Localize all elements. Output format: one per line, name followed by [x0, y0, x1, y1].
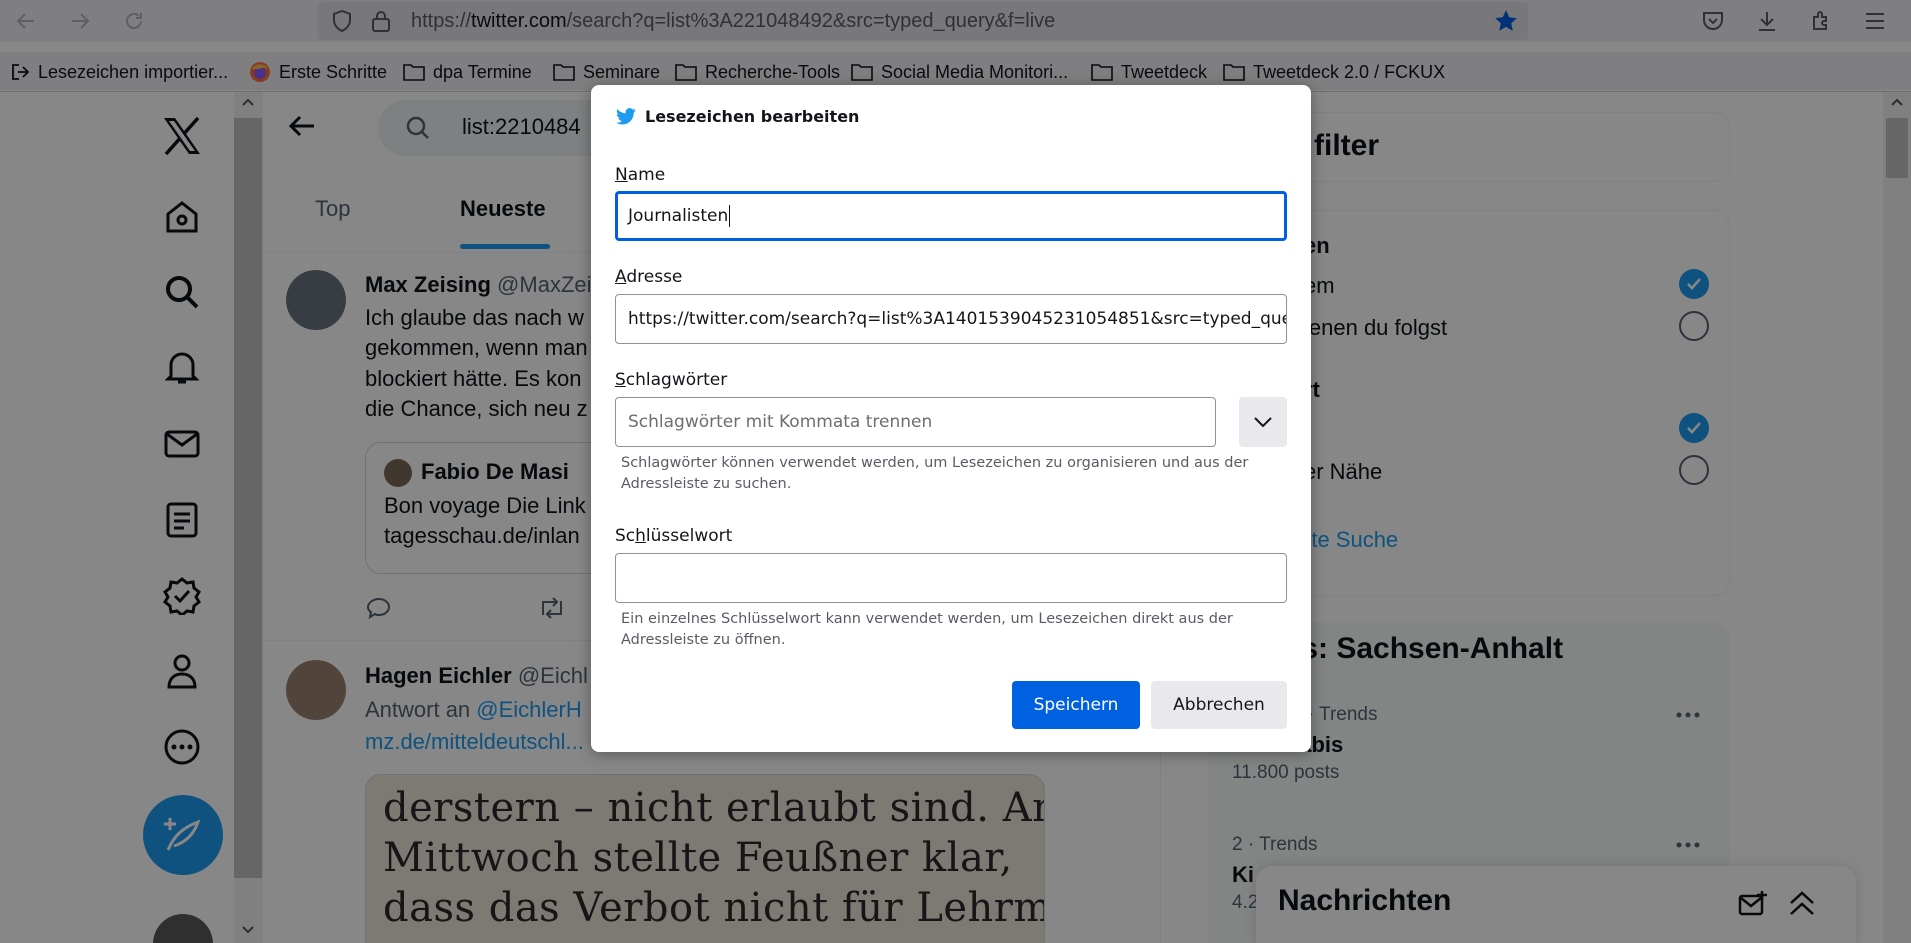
keyword-input[interactable]: [615, 553, 1287, 603]
cancel-button[interactable]: Abbrechen: [1151, 681, 1287, 729]
tags-help-text: Schlagwörter können verwendet werden, um…: [621, 455, 1249, 492]
save-button[interactable]: Speichern: [1012, 681, 1140, 729]
tags-label: Schlagwörter: [615, 370, 728, 390]
name-label: Name: [615, 165, 666, 185]
address-label: Adresse: [615, 267, 683, 287]
tags-dropdown-button[interactable]: [1239, 397, 1287, 447]
address-input[interactable]: https://twitter.com/search?q=list%3A1401…: [615, 294, 1287, 344]
twitter-bird-icon: [616, 107, 636, 124]
text-caret: [729, 205, 731, 227]
dialog-title: Lesezeichen bearbeiten: [615, 107, 859, 126]
name-input[interactable]: Journalisten: [615, 191, 1287, 241]
keyword-help-text: Ein einzelnes Schlüsselwort kann verwend…: [621, 611, 1233, 648]
chevron-down-icon: [1254, 417, 1272, 427]
edit-bookmark-dialog: Lesezeichen bearbeiten Name Journalisten…: [591, 85, 1311, 752]
keyword-label: Schlüsselwort: [615, 526, 733, 546]
tags-input[interactable]: Schlagwörter mit Kommata trennen: [615, 397, 1216, 447]
